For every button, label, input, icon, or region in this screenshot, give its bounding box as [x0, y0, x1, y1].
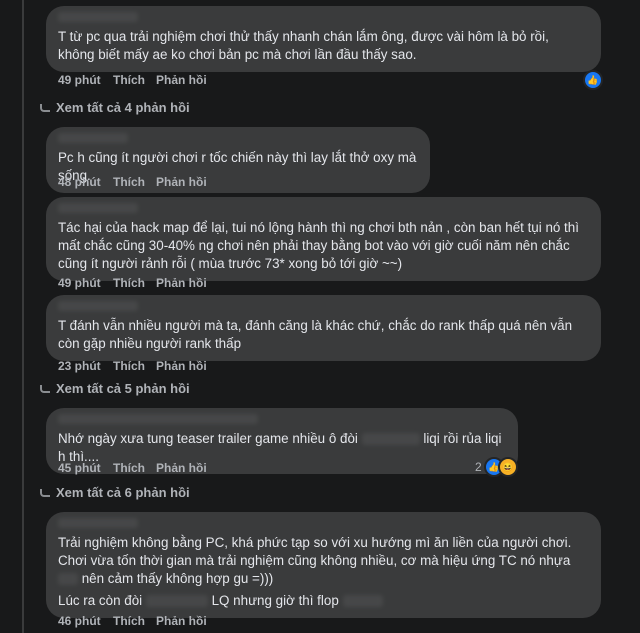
reply-button[interactable]: Phản hồi [156, 276, 207, 290]
comment-text-part: Nhớ ngày xưa tung teaser trailer game nh… [58, 431, 358, 446]
author-name-redacted [58, 203, 138, 213]
reply-button[interactable]: Phản hồi [156, 461, 207, 475]
like-button[interactable]: Thích [113, 614, 156, 628]
view-replies-link[interactable]: Xem tất cả 6 phản hồi [40, 485, 190, 500]
comment-text-part: nên cảm thấy không hợp gu =))) [81, 571, 274, 586]
comment-actions: 48 phút Thích Phản hồi [58, 175, 207, 189]
comment-bubble: T từ pc qua trải nghiệm chơi thử thấy nh… [46, 6, 601, 72]
author-name-redacted [58, 518, 138, 528]
comment-time[interactable]: 48 phút [58, 175, 113, 189]
comment-bubble: Trải nghiệm không bằng PC, khá phức tạp … [46, 512, 601, 618]
author-name-redacted [58, 301, 138, 311]
reaction-count: 2 [475, 460, 482, 474]
view-replies-label: Xem tất cả 5 phản hồi [56, 381, 190, 396]
comment-time[interactable]: 49 phút [58, 73, 113, 87]
like-button[interactable]: Thích [113, 276, 156, 290]
redacted-text [58, 573, 78, 586]
comment-time[interactable]: 49 phút [58, 276, 113, 290]
reply-arrow-icon [40, 384, 50, 393]
redacted-text [342, 595, 383, 608]
reply-button[interactable]: Phản hồi [156, 73, 207, 87]
reply-button[interactable]: Phản hồi [156, 359, 207, 373]
reply-arrow-icon [40, 103, 50, 112]
reply-arrow-icon [40, 488, 50, 497]
like-icon: 👍 [583, 70, 603, 90]
comment-text: Tác hại của hack map để lại, tui nó lộng… [58, 220, 579, 271]
comment-text-part: Lúc ra còn đòi [58, 593, 143, 608]
thread-line [22, 0, 24, 633]
comment-time[interactable]: 45 phút [58, 461, 113, 475]
redacted-text [145, 595, 208, 608]
comment-text-part: LQ nhưng giờ thì flop [211, 593, 339, 608]
redacted-text [361, 433, 420, 446]
comment-text: T đánh vẫn nhiều người mà ta, đánh căng … [58, 318, 573, 351]
comment-text-line: Lúc ra còn đòi LQ nhưng giờ thì flop [58, 592, 589, 610]
comment-reactions[interactable]: 2 👍 😆 [475, 457, 518, 477]
author-name-redacted [58, 133, 128, 143]
comment-actions: 23 phút Thích Phản hồi [58, 359, 207, 373]
comment-actions: 49 phút Thích Phản hồi [58, 73, 207, 87]
comment-4: T đánh vẫn nhiều người mà ta, đánh căng … [46, 295, 601, 361]
comment-bubble: T đánh vẫn nhiều người mà ta, đánh căng … [46, 295, 601, 361]
comment-reactions[interactable]: 👍 [583, 70, 603, 90]
comment-time[interactable]: 46 phút [58, 614, 113, 628]
view-replies-label: Xem tất cả 6 phản hồi [56, 485, 190, 500]
author-name-redacted [58, 12, 138, 22]
like-button[interactable]: Thích [113, 461, 156, 475]
view-replies-label: Xem tất cả 4 phản hồi [56, 100, 190, 115]
like-button[interactable]: Thích [113, 73, 156, 87]
comment-3: Tác hại của hack map để lại, tui nó lộng… [46, 197, 601, 281]
comment-bubble: Tác hại của hack map để lại, tui nó lộng… [46, 197, 601, 281]
comment-1: T từ pc qua trải nghiệm chơi thử thấy nh… [46, 6, 601, 72]
comment-6: Trải nghiệm không bằng PC, khá phức tạp … [46, 512, 601, 618]
reply-button[interactable]: Phản hồi [156, 614, 207, 628]
comment-text: Trải nghiệm không bằng PC, khá phức tạp … [58, 534, 589, 588]
view-replies-link[interactable]: Xem tất cả 4 phản hồi [40, 100, 190, 115]
comment-actions: 49 phút Thích Phản hồi [58, 276, 207, 290]
haha-icon: 😆 [497, 457, 518, 477]
comment-text-part: Trải nghiệm không bằng PC, khá phức tạp … [58, 535, 572, 568]
comment-time[interactable]: 23 phút [58, 359, 113, 373]
reply-button[interactable]: Phản hồi [156, 175, 207, 189]
view-replies-link[interactable]: Xem tất cả 5 phản hồi [40, 381, 190, 396]
comment-actions: 46 phút Thích Phản hồi [58, 614, 207, 628]
like-button[interactable]: Thích [113, 359, 156, 373]
author-name-redacted [58, 414, 258, 424]
comment-text: T từ pc qua trải nghiệm chơi thử thấy nh… [58, 29, 549, 62]
like-button[interactable]: Thích [113, 175, 156, 189]
comment-actions: 45 phút Thích Phản hồi [58, 461, 207, 475]
